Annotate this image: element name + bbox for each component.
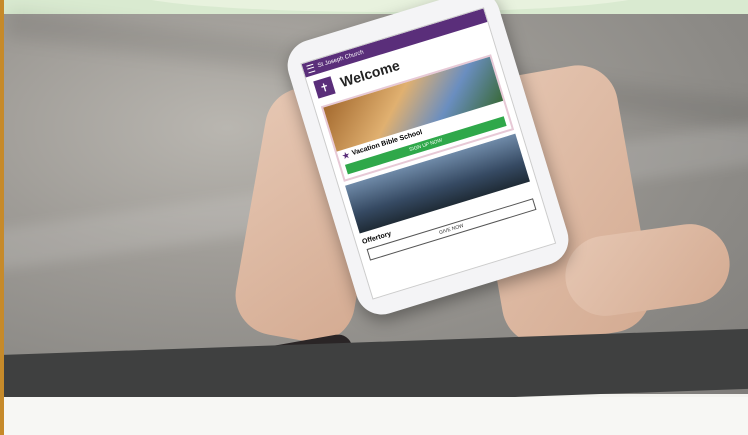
- star-icon: ★: [341, 150, 351, 161]
- bottom-white-area: [0, 397, 748, 435]
- top-strip: [0, 0, 748, 15]
- photo: St Joseph Church ✝ Welcome ★ Vacation Bi…: [0, 0, 748, 435]
- left-border: [0, 0, 4, 435]
- top-strip-curve: [130, 0, 650, 12]
- menu-icon[interactable]: [306, 63, 316, 74]
- church-logo-icon: ✝: [313, 76, 336, 99]
